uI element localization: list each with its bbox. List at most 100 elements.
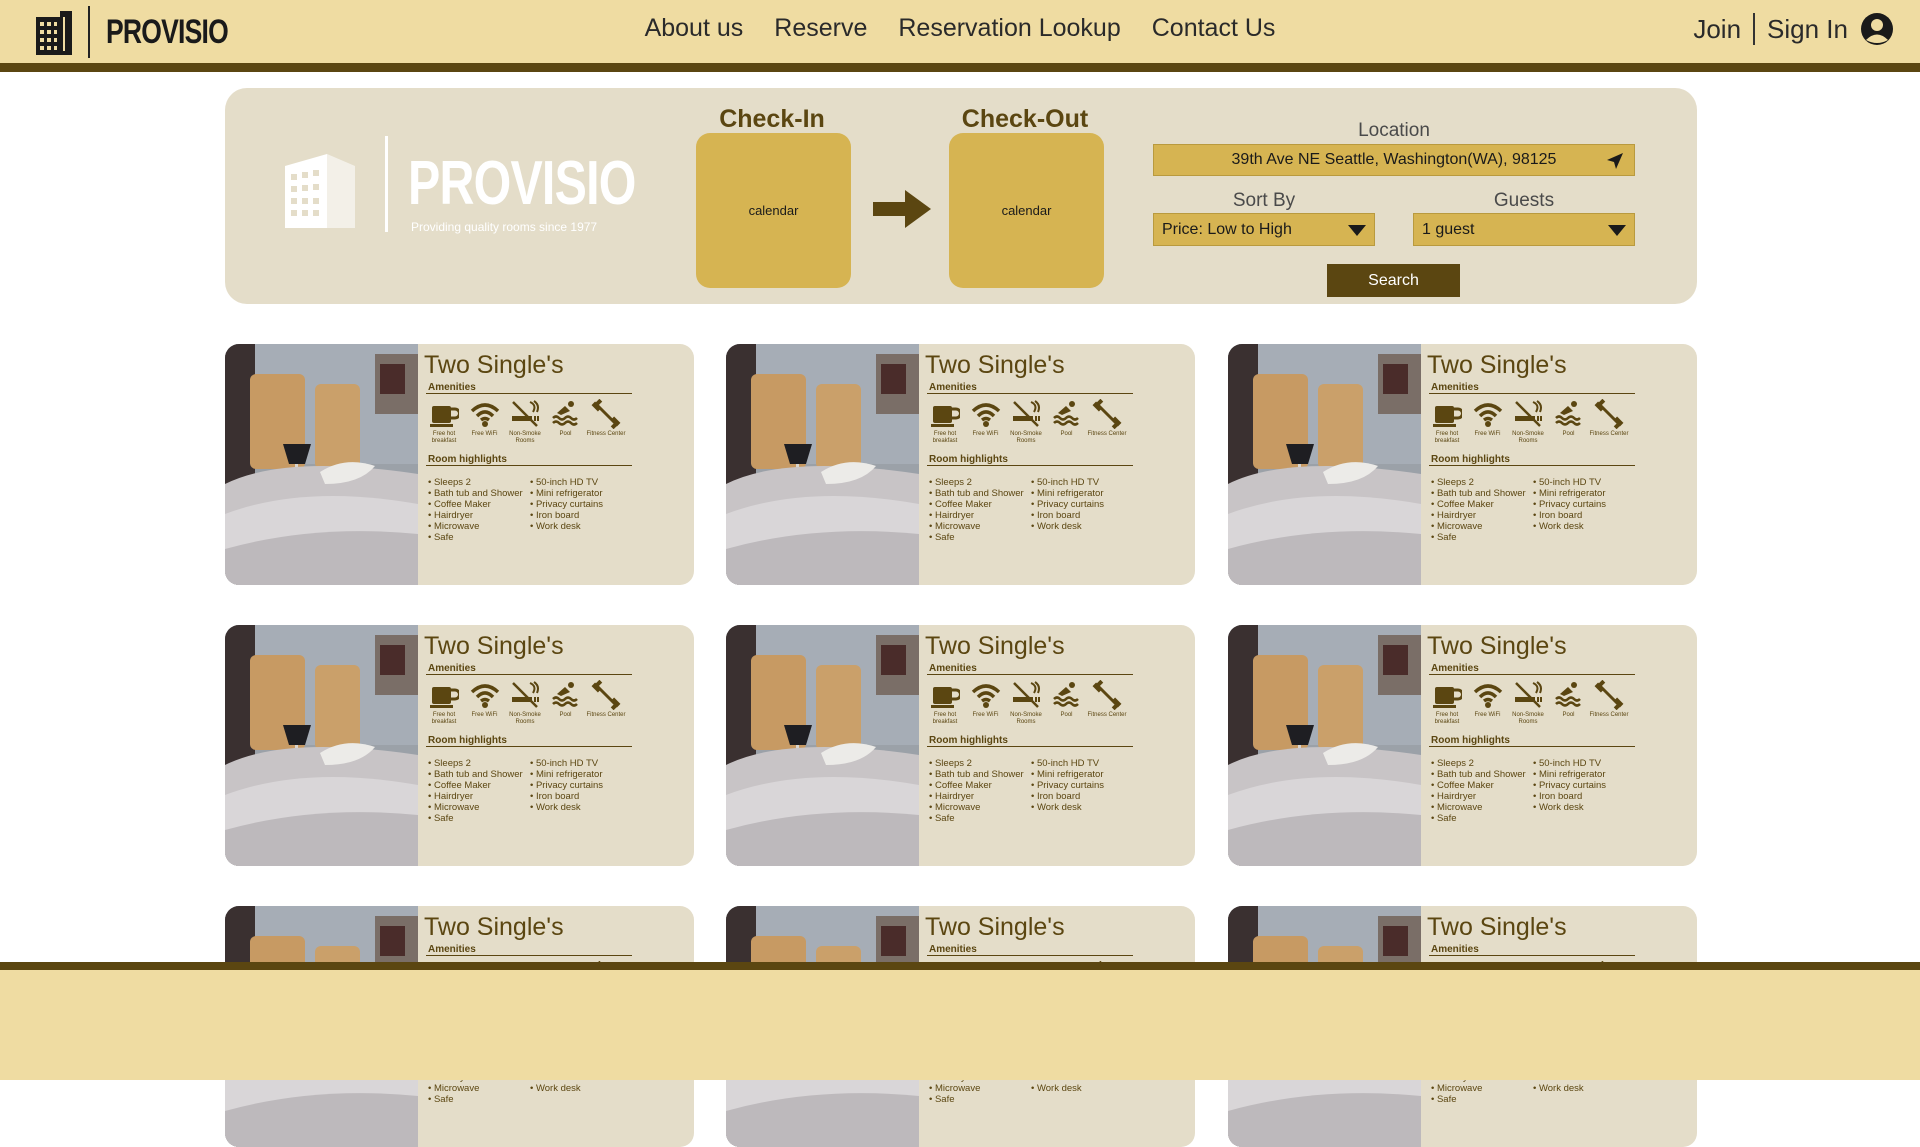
highlight-item: 50-inch HD TV — [530, 758, 603, 769]
no-smoking-icon — [1006, 680, 1046, 710]
highlight-item: Coffee Maker — [929, 499, 1024, 510]
sort-by-label: Sort By — [1232, 190, 1296, 211]
highlight-item: Sleeps 2 — [428, 758, 523, 769]
highlight-item: Privacy curtains — [1533, 499, 1606, 510]
room-title[interactable]: Two Single's — [1427, 913, 1567, 942]
no-smoking-icon — [505, 399, 545, 429]
amenities-divider — [927, 393, 1133, 394]
coffee-cup-icon — [925, 399, 965, 429]
arrow-right-icon — [873, 190, 931, 228]
check-in-calendar[interactable]: calendar — [696, 133, 851, 288]
highlight-item: Iron board — [1533, 791, 1606, 802]
highlight-item: Work desk — [1533, 1083, 1606, 1094]
sign-in-link[interactable]: Sign In — [1767, 14, 1848, 45]
highlight-item: Safe — [1431, 1094, 1526, 1105]
panel-logo: PROVISIO Providing quality rooms since 1… — [285, 136, 636, 248]
highlight-item: Mini refrigerator — [1031, 769, 1104, 780]
room-card[interactable]: Two Single's Amenities Free hot breakfast F… — [225, 625, 694, 866]
search-button[interactable]: Search — [1327, 264, 1460, 297]
room-title[interactable]: Two Single's — [925, 913, 1065, 942]
account-links: Join Sign In — [1693, 12, 1894, 46]
room-card[interactable]: Two Single's Amenities Free hot breakfast F… — [726, 625, 1195, 866]
room-title[interactable]: Two Single's — [1427, 632, 1567, 661]
room-card[interactable]: Two Single's Amenities Free hot breakfast F… — [726, 344, 1195, 585]
highlight-item: Mini refrigerator — [530, 488, 603, 499]
amenity-item: Non-Smoke Rooms — [505, 680, 545, 726]
highlight-item: Hairdryer — [929, 791, 1024, 802]
amenities-title: Amenities — [929, 944, 977, 955]
highlight-item: Work desk — [530, 521, 603, 532]
room-title[interactable]: Two Single's — [424, 913, 564, 942]
sort-by-select[interactable]: Price: Low to High — [1153, 213, 1375, 246]
highlight-item: Microwave — [1431, 802, 1526, 813]
room-highlights-divider — [426, 465, 632, 466]
pool-icon — [546, 399, 586, 429]
nav-reserve[interactable]: Reserve — [774, 14, 867, 43]
amenity-item: Free hot breakfast — [925, 399, 965, 445]
highlight-item: Sleeps 2 — [929, 477, 1024, 488]
amenity-item: Non-Smoke Rooms — [1508, 680, 1548, 726]
amenities-divider — [1429, 674, 1635, 675]
user-avatar-icon[interactable] — [1860, 12, 1894, 46]
room-title[interactable]: Two Single's — [925, 632, 1065, 661]
room-photo — [1228, 625, 1421, 866]
room-card[interactable]: Two Single's Amenities Free hot breakfast F… — [1228, 344, 1697, 585]
sort-by-value: Price: Low to High — [1162, 220, 1292, 238]
room-card[interactable]: Two Single's Amenities Free hot breakfast F… — [225, 344, 694, 585]
site-footer — [0, 962, 1920, 1080]
panel-logo-tagline: Providing quality rooms since 1977 — [411, 220, 598, 234]
location-input[interactable]: 39th Ave NE Seattle, Washington(WA), 981… — [1153, 144, 1635, 176]
room-card[interactable]: Two Single's Amenities Free hot breakfast F… — [1228, 625, 1697, 866]
room-highlights-title: Room highlights — [1431, 735, 1510, 746]
highlight-item: Iron board — [530, 510, 603, 521]
amenity-item: Free hot breakfast — [1427, 680, 1467, 726]
amenity-label: Fitness Center — [1087, 431, 1127, 437]
room-title[interactable]: Two Single's — [424, 632, 564, 661]
room-title[interactable]: Two Single's — [424, 351, 564, 380]
room-photo — [1228, 344, 1421, 585]
highlights-list-right: 50-inch HD TVMini refrigeratorPrivacy cu… — [1533, 477, 1606, 532]
guests-select[interactable]: 1 guest — [1413, 213, 1635, 246]
amenity-item: Pool — [546, 680, 586, 719]
highlight-item: Sleeps 2 — [1431, 477, 1526, 488]
highlight-item: Privacy curtains — [1031, 499, 1104, 510]
guests-label: Guests — [1493, 190, 1555, 211]
highlight-item: Iron board — [1031, 510, 1104, 521]
highlight-item: Safe — [428, 813, 523, 824]
coffee-cup-icon — [424, 399, 464, 429]
room-highlights-divider — [1429, 746, 1635, 747]
nav-about-us[interactable]: About us — [645, 14, 744, 43]
highlights-list-left: Sleeps 2Bath tub and ShowerCoffee MakerH… — [428, 477, 523, 543]
check-out-calendar[interactable]: calendar — [949, 133, 1104, 288]
highlight-item: Safe — [1431, 813, 1526, 824]
room-title[interactable]: Two Single's — [1427, 351, 1567, 380]
amenity-item: Pool — [546, 399, 586, 438]
join-link[interactable]: Join — [1693, 14, 1741, 45]
nav-reservation-lookup[interactable]: Reservation Lookup — [898, 14, 1120, 43]
room-title[interactable]: Two Single's — [925, 351, 1065, 380]
amenity-label: Fitness Center — [1589, 431, 1629, 437]
highlight-item: Hairdryer — [929, 510, 1024, 521]
amenity-item: Non-Smoke Rooms — [1006, 680, 1046, 726]
highlight-item: Safe — [929, 813, 1024, 824]
room-highlights-divider — [426, 746, 632, 747]
highlight-item: Privacy curtains — [1533, 780, 1606, 791]
room-highlights-divider — [927, 465, 1133, 466]
amenity-item: Free hot breakfast — [424, 680, 464, 726]
brand-logo[interactable]: PROVISIO — [34, 6, 262, 58]
highlight-item: Microwave — [1431, 521, 1526, 532]
location-arrow-icon[interactable] — [1606, 152, 1624, 170]
wifi-icon — [465, 680, 505, 710]
amenity-item: Free WiFi — [966, 399, 1006, 438]
no-smoking-icon — [1508, 399, 1548, 429]
pool-icon — [1047, 680, 1087, 710]
wifi-icon — [465, 399, 505, 429]
room-photo — [225, 344, 418, 585]
highlight-item: 50-inch HD TV — [1031, 758, 1104, 769]
wifi-icon — [1468, 680, 1508, 710]
nav-contact-us[interactable]: Contact Us — [1152, 14, 1276, 43]
chevron-down-icon — [1348, 225, 1366, 236]
amenity-item: Fitness Center — [586, 680, 626, 719]
amenity-label: Non-Smoke Rooms — [1010, 431, 1042, 444]
highlights-list-right: 50-inch HD TVMini refrigeratorPrivacy cu… — [1031, 477, 1104, 532]
